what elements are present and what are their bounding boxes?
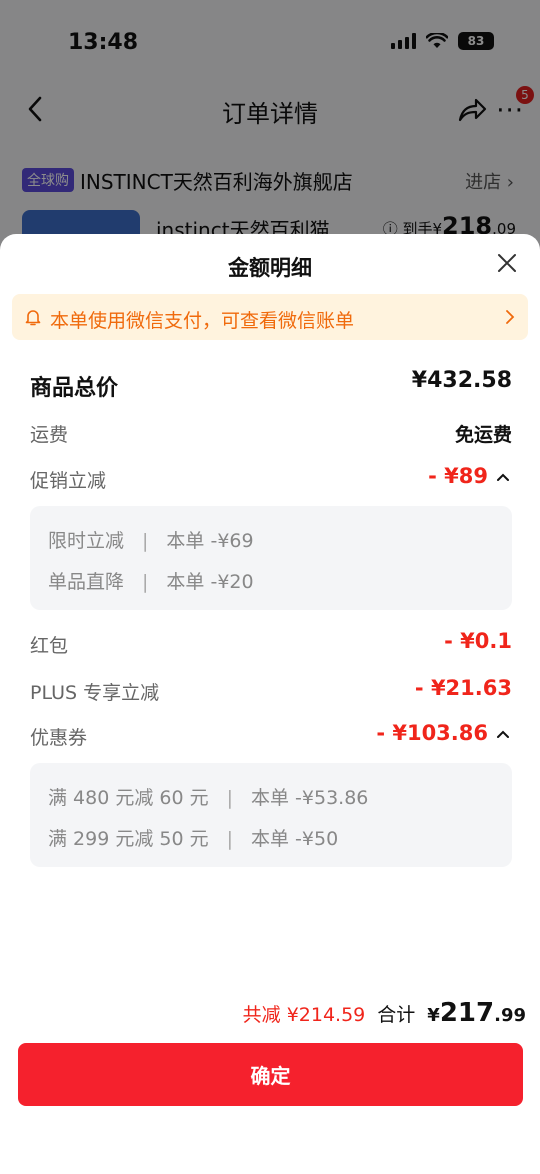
plus-discount-value: - ¥21.63	[414, 676, 512, 700]
coupon-value: - ¥103.86	[376, 721, 488, 745]
promo-item-value: 本单 -¥69	[166, 530, 254, 552]
confirm-button[interactable]: 确定	[18, 1043, 523, 1106]
goods-total-row: 商品总价 ¥432.58	[30, 366, 512, 401]
coupon-label: 优惠券	[30, 727, 88, 749]
separator: |	[142, 571, 149, 593]
red-packet-row: 红包 - ¥0.1	[30, 627, 512, 661]
promo-item: 限时立减 | 本单 -¥69	[48, 526, 254, 553]
promo-label: 促销立减	[30, 470, 107, 492]
chevron-up-icon[interactable]	[496, 472, 510, 482]
coupon-item-value: 本单 -¥53.86	[251, 787, 369, 809]
total-label: 合计	[377, 1004, 416, 1026]
bell-icon	[25, 310, 41, 326]
total-savings: 共减 ¥214.59	[242, 1004, 366, 1026]
sheet-title: 金额明细	[228, 256, 312, 280]
chevron-right-icon	[506, 310, 515, 324]
plus-discount-row: PLUS 专享立减 - ¥21.63	[30, 674, 512, 708]
total-amount: ¥217.99	[427, 998, 526, 1028]
shipping-label: 运费	[30, 424, 69, 446]
close-icon[interactable]	[496, 252, 518, 274]
coupon-row[interactable]: 优惠券 - ¥103.86	[30, 719, 512, 753]
promo-item-name: 限时立减	[48, 530, 125, 552]
coupon-item: 满 299 元减 50 元 | 本单 -¥50	[48, 824, 338, 851]
red-packet-value: - ¥0.1	[444, 629, 512, 653]
separator: |	[142, 530, 149, 552]
promo-item: 单品直降 | 本单 -¥20	[48, 567, 254, 594]
plus-discount-label: PLUS 专享立减	[30, 682, 160, 704]
red-packet-label: 红包	[30, 635, 69, 657]
total-currency: ¥	[427, 1005, 440, 1026]
promo-value: - ¥89	[428, 464, 488, 488]
promo-row[interactable]: 促销立减 - ¥89	[30, 462, 512, 496]
separator: |	[226, 787, 234, 809]
goods-total-value: ¥432.58	[411, 368, 512, 393]
goods-total-label: 商品总价	[30, 376, 119, 401]
coupon-item-name: 满 480 元减 60 元	[48, 787, 209, 809]
coupon-item-name: 满 299 元减 50 元	[48, 828, 209, 850]
promo-detail-box: 限时立减 | 本单 -¥69 单品直降 | 本单 -¥20	[30, 506, 512, 610]
promo-item-name: 单品直降	[48, 571, 125, 593]
separator: |	[226, 828, 234, 850]
chevron-up-icon[interactable]	[496, 729, 510, 739]
shipping-row: 运费 免运费	[30, 416, 512, 450]
wechat-pay-notice[interactable]: 本单使用微信支付，可查看微信账单	[12, 294, 528, 340]
amount-detail-sheet: 金额明细 本单使用微信支付，可查看微信账单 商品总价 ¥432.58 运费 免运…	[0, 234, 540, 1174]
total-decimal: .99	[494, 1005, 526, 1026]
notice-text: 本单使用微信支付，可查看微信账单	[50, 310, 355, 332]
promo-item-value: 本单 -¥20	[166, 571, 254, 593]
coupon-item-value: 本单 -¥50	[251, 828, 339, 850]
coupon-detail-box: 满 480 元减 60 元 | 本单 -¥53.86 满 299 元减 50 元 | 本…	[30, 763, 512, 867]
coupon-item: 满 480 元减 60 元 | 本单 -¥53.86	[48, 783, 368, 810]
payment-summary: 共减 ¥214.59 合计 ¥217.99	[243, 998, 526, 1032]
total-integer: 217	[439, 998, 495, 1028]
shipping-value: 免运费	[454, 424, 512, 446]
